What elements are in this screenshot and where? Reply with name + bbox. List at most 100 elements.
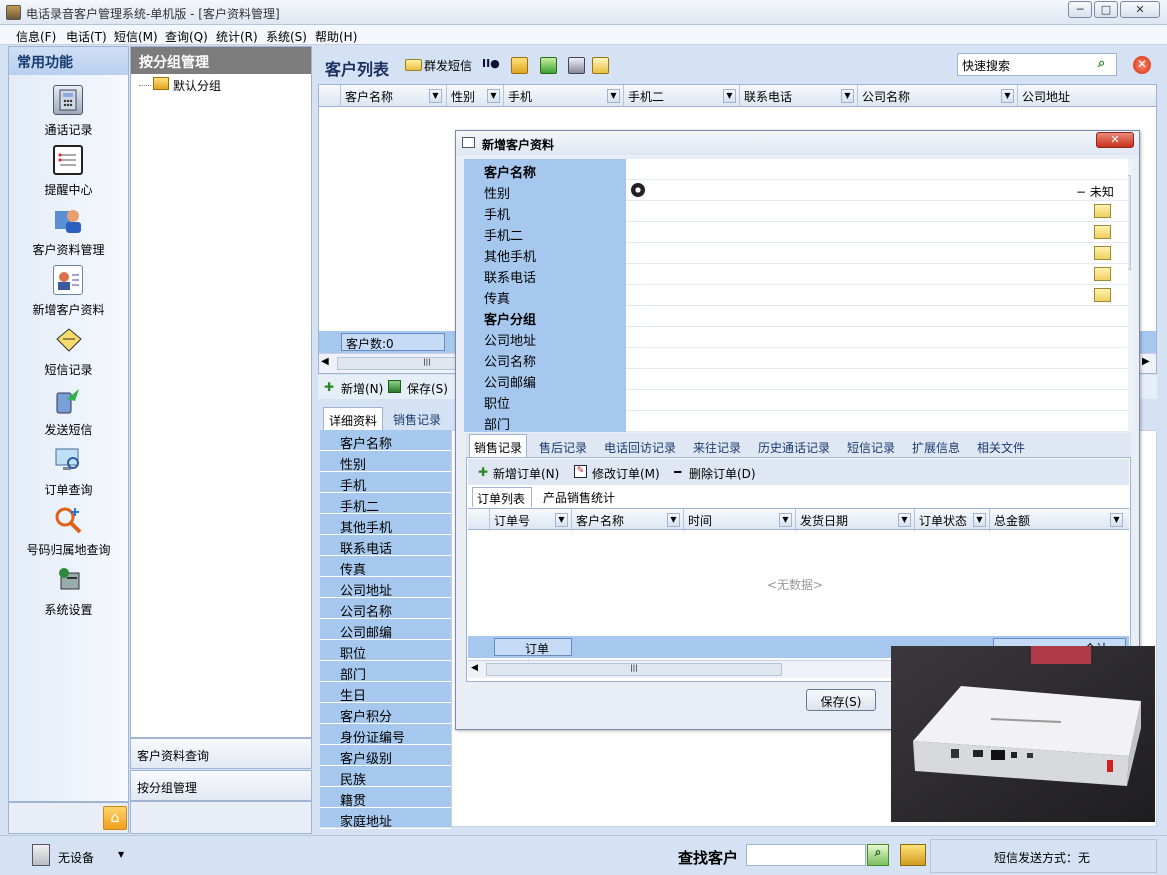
col-contact-phone[interactable]: 联系电话 ▼ <box>740 85 858 107</box>
minimize-button[interactable]: ─ <box>1068 1 1092 18</box>
dropdown-icon[interactable]: ▼ <box>1001 89 1014 103</box>
tab-sales-records[interactable]: 销售记录 <box>388 407 446 431</box>
customer-query-button[interactable]: 客户资料查询 <box>130 738 312 769</box>
dialog-menu-icon[interactable] <box>462 137 475 148</box>
col-order-customer[interactable]: 客户名称 ▼ <box>572 509 684 531</box>
add-button[interactable]: 新增(N) <box>341 380 383 397</box>
send-sms-icon[interactable] <box>1094 204 1111 218</box>
dialog-field-row[interactable]: 手机 <box>464 201 1128 223</box>
scroll-thumb[interactable]: ||| <box>486 663 782 676</box>
dtab-after-sales[interactable]: 售后记录 <box>539 439 587 456</box>
export-icon[interactable] <box>540 57 557 74</box>
scroll-left-icon[interactable]: ◀ <box>321 356 329 367</box>
quick-search-input[interactable]: 快速搜索 ⌕ <box>957 53 1117 76</box>
col-total[interactable]: 总金额 ▼ <box>990 509 1129 531</box>
dropdown-icon[interactable]: ▼ <box>667 513 680 527</box>
dialog-field-row[interactable]: 公司名称 <box>464 348 1128 370</box>
dropdown-icon[interactable]: ▼ <box>1110 513 1123 527</box>
send-sms-icon[interactable] <box>1094 246 1111 260</box>
nav-customer-management[interactable]: 客户资料管理 <box>9 205 128 265</box>
dropdown-icon[interactable]: ▼ <box>429 89 442 103</box>
record-icon[interactable]: II● <box>482 57 500 74</box>
dialog-save-button[interactable]: 保存(S) <box>806 689 876 711</box>
dtab-contacts[interactable]: 来往记录 <box>693 439 741 456</box>
nav-add-customer[interactable]: 新增客户资料 <box>9 265 128 325</box>
menu-phone[interactable]: 电话(T) <box>66 28 107 45</box>
search-icon[interactable]: ⌕ <box>1098 56 1114 72</box>
dropdown-icon[interactable]: ▼ <box>898 513 911 527</box>
dialog-field-row[interactable]: 部门 <box>464 411 1128 433</box>
subtab-product-stats[interactable]: 产品销售统计 <box>543 489 615 506</box>
dtab-extend[interactable]: 扩展信息 <box>912 439 960 456</box>
nav-call-records[interactable]: 通话记录 <box>9 85 128 145</box>
nav-reminder-center[interactable]: 提醒中心 <box>9 145 128 205</box>
nav-order-query[interactable]: 订单查询 <box>9 445 128 505</box>
dialog-field-row[interactable]: 传真 <box>464 285 1128 307</box>
device-dropdown-icon[interactable]: ▼ <box>118 850 124 859</box>
copy-icon[interactable] <box>592 57 609 74</box>
add-order-button[interactable]: 新增订单(N) <box>493 465 559 482</box>
scroll-left-icon[interactable]: ◀ <box>471 663 478 673</box>
col-company-address[interactable]: 公司地址 <box>1018 85 1156 107</box>
delete-order-button[interactable]: 删除订单(D) <box>689 465 756 482</box>
nav-number-location[interactable]: 号码归属地查询 <box>9 505 128 565</box>
dialog-field-row[interactable]: 联系电话 <box>464 264 1128 286</box>
dropdown-icon[interactable]: ▼ <box>555 513 568 527</box>
dropdown-icon[interactable]: ▼ <box>723 89 736 103</box>
dialog-close-button[interactable]: ✕ <box>1096 132 1134 148</box>
group-manage-button[interactable]: 按分组管理 <box>130 770 312 801</box>
menu-system[interactable]: 系统(S) <box>266 28 307 45</box>
open-folder-icon[interactable] <box>511 57 528 74</box>
menu-sms[interactable]: 短信(M) <box>114 28 158 45</box>
menu-info[interactable]: 信息(F) <box>16 28 56 45</box>
home-icon[interactable]: ⌂ <box>103 806 127 830</box>
tree-item-default-group[interactable]: 默认分组 <box>139 77 299 93</box>
dialog-field-row[interactable]: 手机二 <box>464 222 1128 244</box>
dtab-call-history[interactable]: 历史通话记录 <box>758 439 830 456</box>
col-mobile2[interactable]: 手机二 ▼ <box>624 85 740 107</box>
scroll-right-icon[interactable]: ▶ <box>1142 356 1150 367</box>
subtab-order-list[interactable]: 订单列表 <box>472 487 532 507</box>
col-company-name[interactable]: 公司名称 ▼ <box>858 85 1018 107</box>
dialog-field-row[interactable]: 性别 − 未知 <box>464 180 1128 202</box>
dropdown-icon[interactable]: ▼ <box>973 513 986 527</box>
col-order-time[interactable]: 时间 ▼ <box>684 509 796 531</box>
send-sms-icon[interactable] <box>1094 267 1111 281</box>
send-sms-icon[interactable] <box>1094 225 1111 239</box>
close-window-button[interactable]: ✕ <box>1120 1 1160 18</box>
col-order-status[interactable]: 订单状态 ▼ <box>915 509 990 531</box>
open-folder-icon[interactable] <box>900 844 926 866</box>
dropdown-icon[interactable]: ▼ <box>607 89 620 103</box>
nav-send-sms[interactable]: 发送短信 <box>9 385 128 445</box>
col-order-no[interactable]: 订单号 ▼ <box>490 509 572 531</box>
menu-help[interactable]: 帮助(H) <box>315 28 357 45</box>
maximize-button[interactable]: □ <box>1094 1 1118 18</box>
tab-details[interactable]: 详细资料 <box>323 407 384 431</box>
col-ship-date[interactable]: 发货日期 ▼ <box>796 509 915 531</box>
edit-order-button[interactable]: 修改订单(M) <box>592 465 660 482</box>
print-icon[interactable] <box>568 57 585 74</box>
dialog-field-row[interactable]: 客户分组 <box>464 306 1128 328</box>
save-button[interactable]: 保存(S) <box>407 380 448 397</box>
dropdown-icon[interactable]: ▼ <box>841 89 854 103</box>
dialog-field-row[interactable]: 其他手机 <box>464 243 1128 265</box>
dtab-callback[interactable]: 电话回访记录 <box>604 439 676 456</box>
dtab-files[interactable]: 相关文件 <box>977 439 1025 456</box>
close-panel-icon[interactable]: ✕ <box>1133 56 1151 74</box>
dtab-sms[interactable]: 短信记录 <box>847 439 895 456</box>
nav-sms-records[interactable]: 短信记录 <box>9 325 128 385</box>
dropdown-icon[interactable]: ▼ <box>779 513 792 527</box>
send-sms-icon[interactable] <box>1094 288 1111 302</box>
menu-stats[interactable]: 统计(R) <box>216 28 258 45</box>
find-customer-input[interactable] <box>746 844 866 866</box>
dialog-field-row[interactable]: 客户名称 <box>464 159 1128 181</box>
col-mobile[interactable]: 手机 ▼ <box>504 85 624 107</box>
dialog-field-row[interactable]: 公司地址 <box>464 327 1128 349</box>
col-gender[interactable]: 性别 ▼ <box>447 85 504 107</box>
menu-query[interactable]: 查询(Q) <box>165 28 208 45</box>
find-search-icon[interactable]: ⌕ <box>867 844 889 866</box>
bulk-sms-button[interactable]: 群发短信 <box>424 57 472 74</box>
dialog-field-row[interactable]: 职位 <box>464 390 1128 412</box>
dropdown-icon[interactable]: ▼ <box>487 89 500 103</box>
gender-value[interactable]: − 未知 <box>1076 183 1114 200</box>
